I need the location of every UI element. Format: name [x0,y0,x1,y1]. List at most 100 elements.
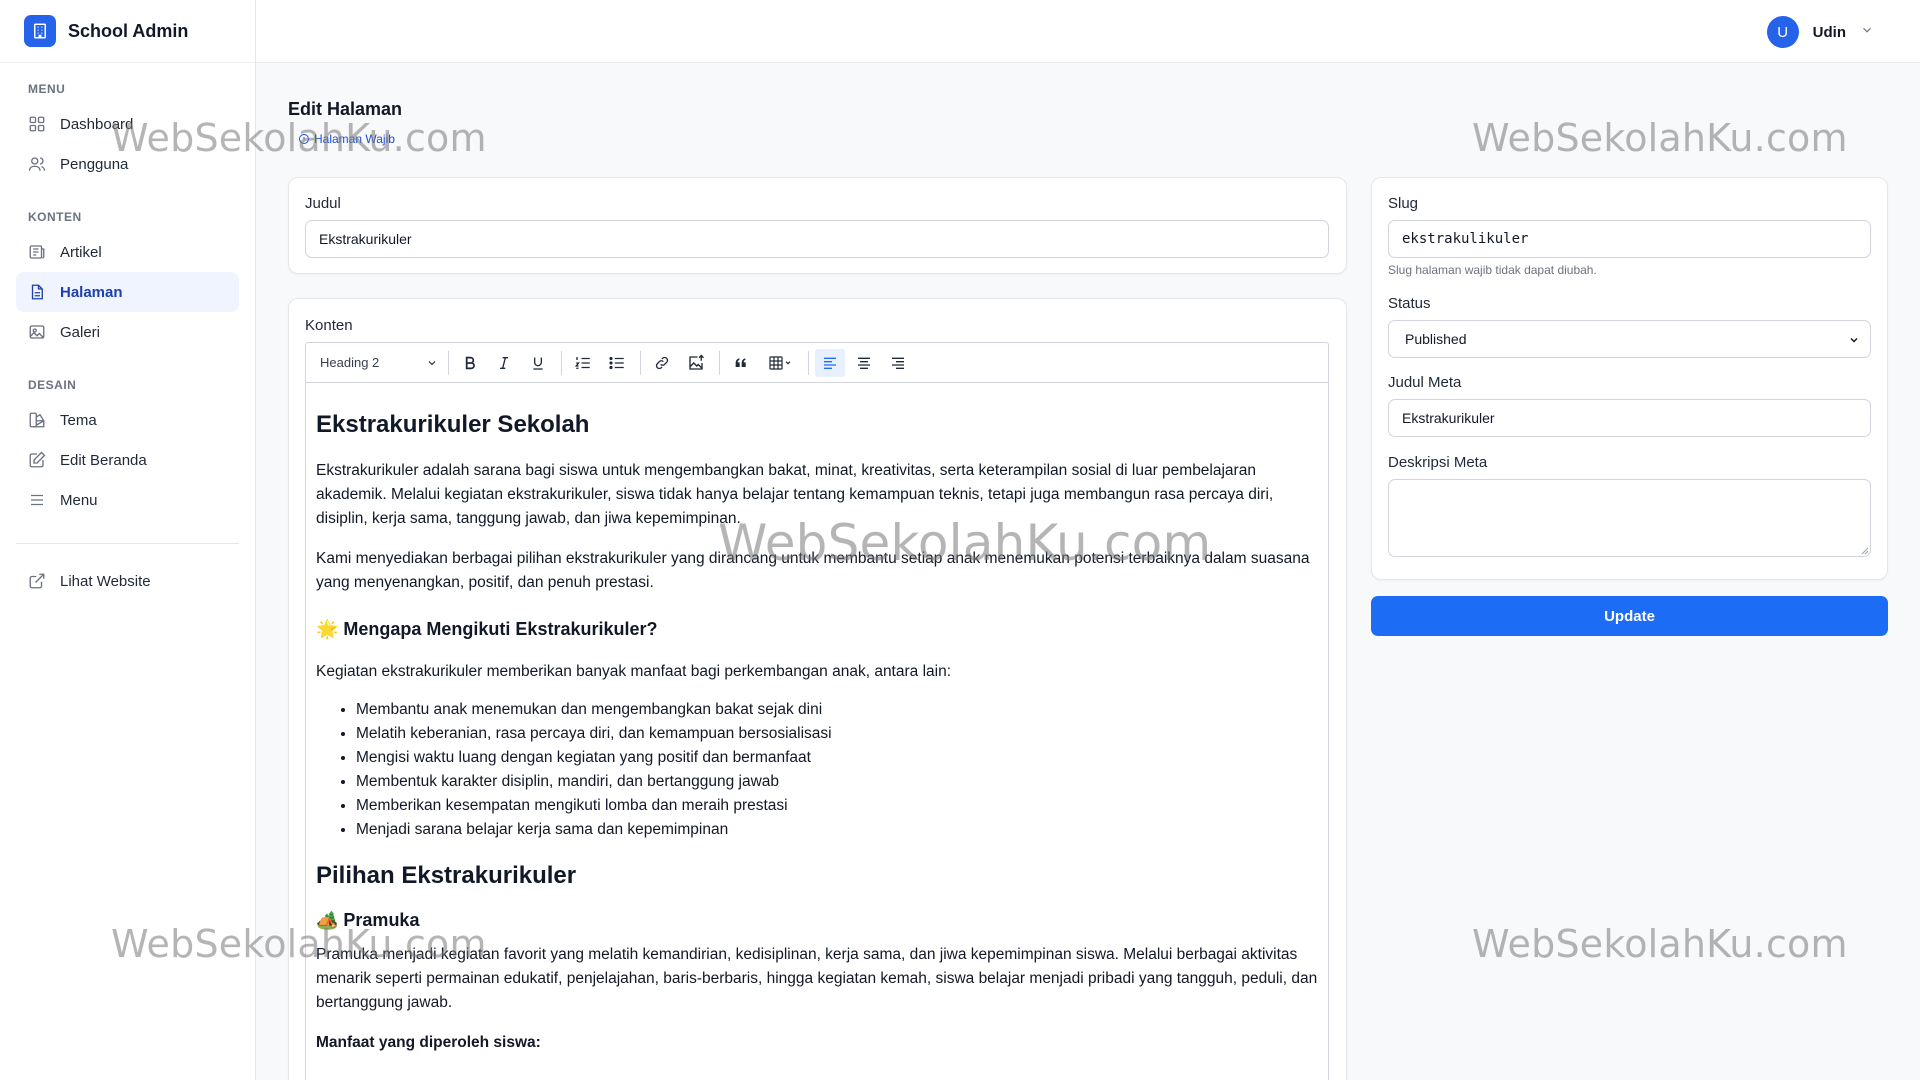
user-menu[interactable]: U Udin [1766,16,1874,48]
page-title: Edit Halaman [288,99,403,119]
newspaper-icon [28,243,46,261]
heading-select-label: Heading 2 [320,355,380,370]
underline-button[interactable] [523,349,553,377]
section-menu: MENU [28,82,66,96]
sidebar-item-edit-beranda[interactable]: Edit Beranda [16,440,239,480]
slug-hint: Slug halaman wajib tidak dapat diubah. [1388,263,1597,277]
meta-desc-label: Deskripsi Meta [1388,454,1488,471]
align-right-button[interactable] [883,349,913,377]
list-item: Membantu anak menemukan dan mengembangka… [356,698,1318,722]
judul-label: Judul [305,195,341,212]
topbar: U Udin [256,0,1920,63]
rich-text-editor[interactable]: Heading 2 Ekstrakurikuler Sekolah Ekstra… [305,342,1329,1080]
meta-title-label: Judul Meta [1388,374,1462,391]
bold-button[interactable] [455,349,485,377]
align-center-icon [858,357,870,369]
sidebar-item-label: Artikel [60,243,102,261]
numbered-list-button[interactable] [568,349,598,377]
content-paragraph: Kami menyediakan berbagai pilihan ekstra… [316,550,1310,591]
badge-label: Halaman Wajib [314,132,395,146]
status-label: Status [1388,295,1431,312]
sidebar-item-label: Tema [60,411,97,429]
insert-image-button[interactable] [681,349,711,377]
list-item: Melatih keberanian, rasa percaya diri, d… [356,722,1318,746]
image-upload-icon [689,354,704,370]
sidebar-item-tema[interactable]: Tema [16,400,239,440]
content-paragraph: Manfaat yang diperoleh siswa: [316,1034,541,1051]
italic-button[interactable] [489,349,519,377]
toolbar-separator [448,350,449,375]
sidebar-item-label: Menu [60,491,98,509]
sidebar-item-label: Galeri [60,323,101,341]
watermark: WebSekolahKu.com [1472,922,1848,966]
resize-handle-icon[interactable] [1861,547,1869,555]
numbered-list-icon [574,356,590,369]
blockquote-button[interactable] [726,349,756,377]
link-icon [655,356,669,369]
list-item: Menjadi sarana belajar kerja sama dan ke… [356,818,1318,842]
slug-input[interactable]: ekstrakulikuler [1388,220,1871,258]
content-paragraph: Ekstrakurikuler adalah sarana bagi siswa… [316,462,1274,527]
sidebar-item-label: Pengguna [60,155,129,173]
content-paragraph: Pramuka menjadi kegiatan favorit yang me… [316,946,1318,1011]
sidebar-item-label: Lihat Website [60,572,151,590]
align-center-button[interactable] [849,349,879,377]
sidebar-item-halaman[interactable]: Halaman [16,272,239,312]
status-badge: Halaman Wajib [298,132,395,146]
grid-icon [28,115,46,133]
meta-title-input[interactable]: Ekstrakurikuler [1388,399,1871,437]
status-select[interactable]: Published [1388,320,1871,358]
sidebar-item-galeri[interactable]: Galeri [16,312,239,352]
document-icon [28,283,46,301]
editor-content[interactable]: Ekstrakurikuler Sekolah Ekstrakurikuler … [306,383,1328,1055]
list-item: Membentuk karakter disiplin, mandiri, da… [356,770,1318,794]
watermark: WebSekolahKu.com [1472,116,1848,160]
section-konten: KONTEN [28,210,82,224]
sidebar-item-menu[interactable]: Menu [16,480,239,520]
building-icon [24,15,56,47]
content-subheading: 🌟 Mengapa Mengikuti Ekstrakurikuler? [316,619,658,639]
list-item: Memberikan kesempatan mengikuti lomba da… [356,794,1318,818]
bars-icon [28,491,46,509]
toolbar-separator [561,350,562,375]
brand-title: School Admin [68,20,189,41]
content-heading: Pilihan Ekstrakurikuler [316,862,577,889]
list-item: Mengisi waktu luang dengan kegiatan yang… [356,746,1318,770]
underline-icon [533,357,543,370]
sidebar-item-dashboard[interactable]: Dashboard [16,104,239,144]
link-button[interactable] [647,349,677,377]
align-right-icon [892,357,904,369]
align-left-button[interactable] [815,348,845,377]
table-button[interactable] [760,349,800,377]
slug-label: Slug [1388,195,1419,212]
section-desain: DESAIN [28,378,77,392]
sidebar-divider [16,543,239,544]
sidebar-item-pengguna[interactable]: Pengguna [16,144,239,184]
editor-toolbar: Heading 2 [306,343,1328,383]
user-name: Udin [1812,23,1846,41]
chevron-down-icon [1860,23,1874,42]
bullet-list-icon [609,356,624,369]
chevron-down-icon [1850,337,1858,343]
meta-desc-textarea[interactable] [1388,479,1871,557]
heading-select[interactable]: Heading 2 [314,349,444,377]
sidebar-item-lihat-website[interactable]: Lihat Website [16,561,239,601]
image-icon [28,323,46,341]
content-subheading: 🏕️ Pramuka [316,910,420,930]
external-link-icon [28,572,46,590]
bullet-list-button[interactable] [602,349,632,377]
toolbar-separator [808,350,809,375]
sidebar-item-label: Halaman [60,283,123,301]
toolbar-separator [719,350,720,375]
sidebar-item-artikel[interactable]: Artikel [16,232,239,272]
content-paragraph: Kegiatan ekstrakurikuler memberikan bany… [316,663,952,680]
konten-label: Konten [305,317,353,334]
judul-input[interactable]: Ekstrakurikuler [305,220,1329,258]
table-icon [769,355,791,370]
align-left-icon [824,357,836,369]
palette-icon [28,411,46,429]
edit-icon [28,451,46,469]
update-button[interactable]: Update [1371,596,1888,636]
avatar: U [1766,16,1799,48]
brand[interactable]: School Admin [0,0,255,63]
